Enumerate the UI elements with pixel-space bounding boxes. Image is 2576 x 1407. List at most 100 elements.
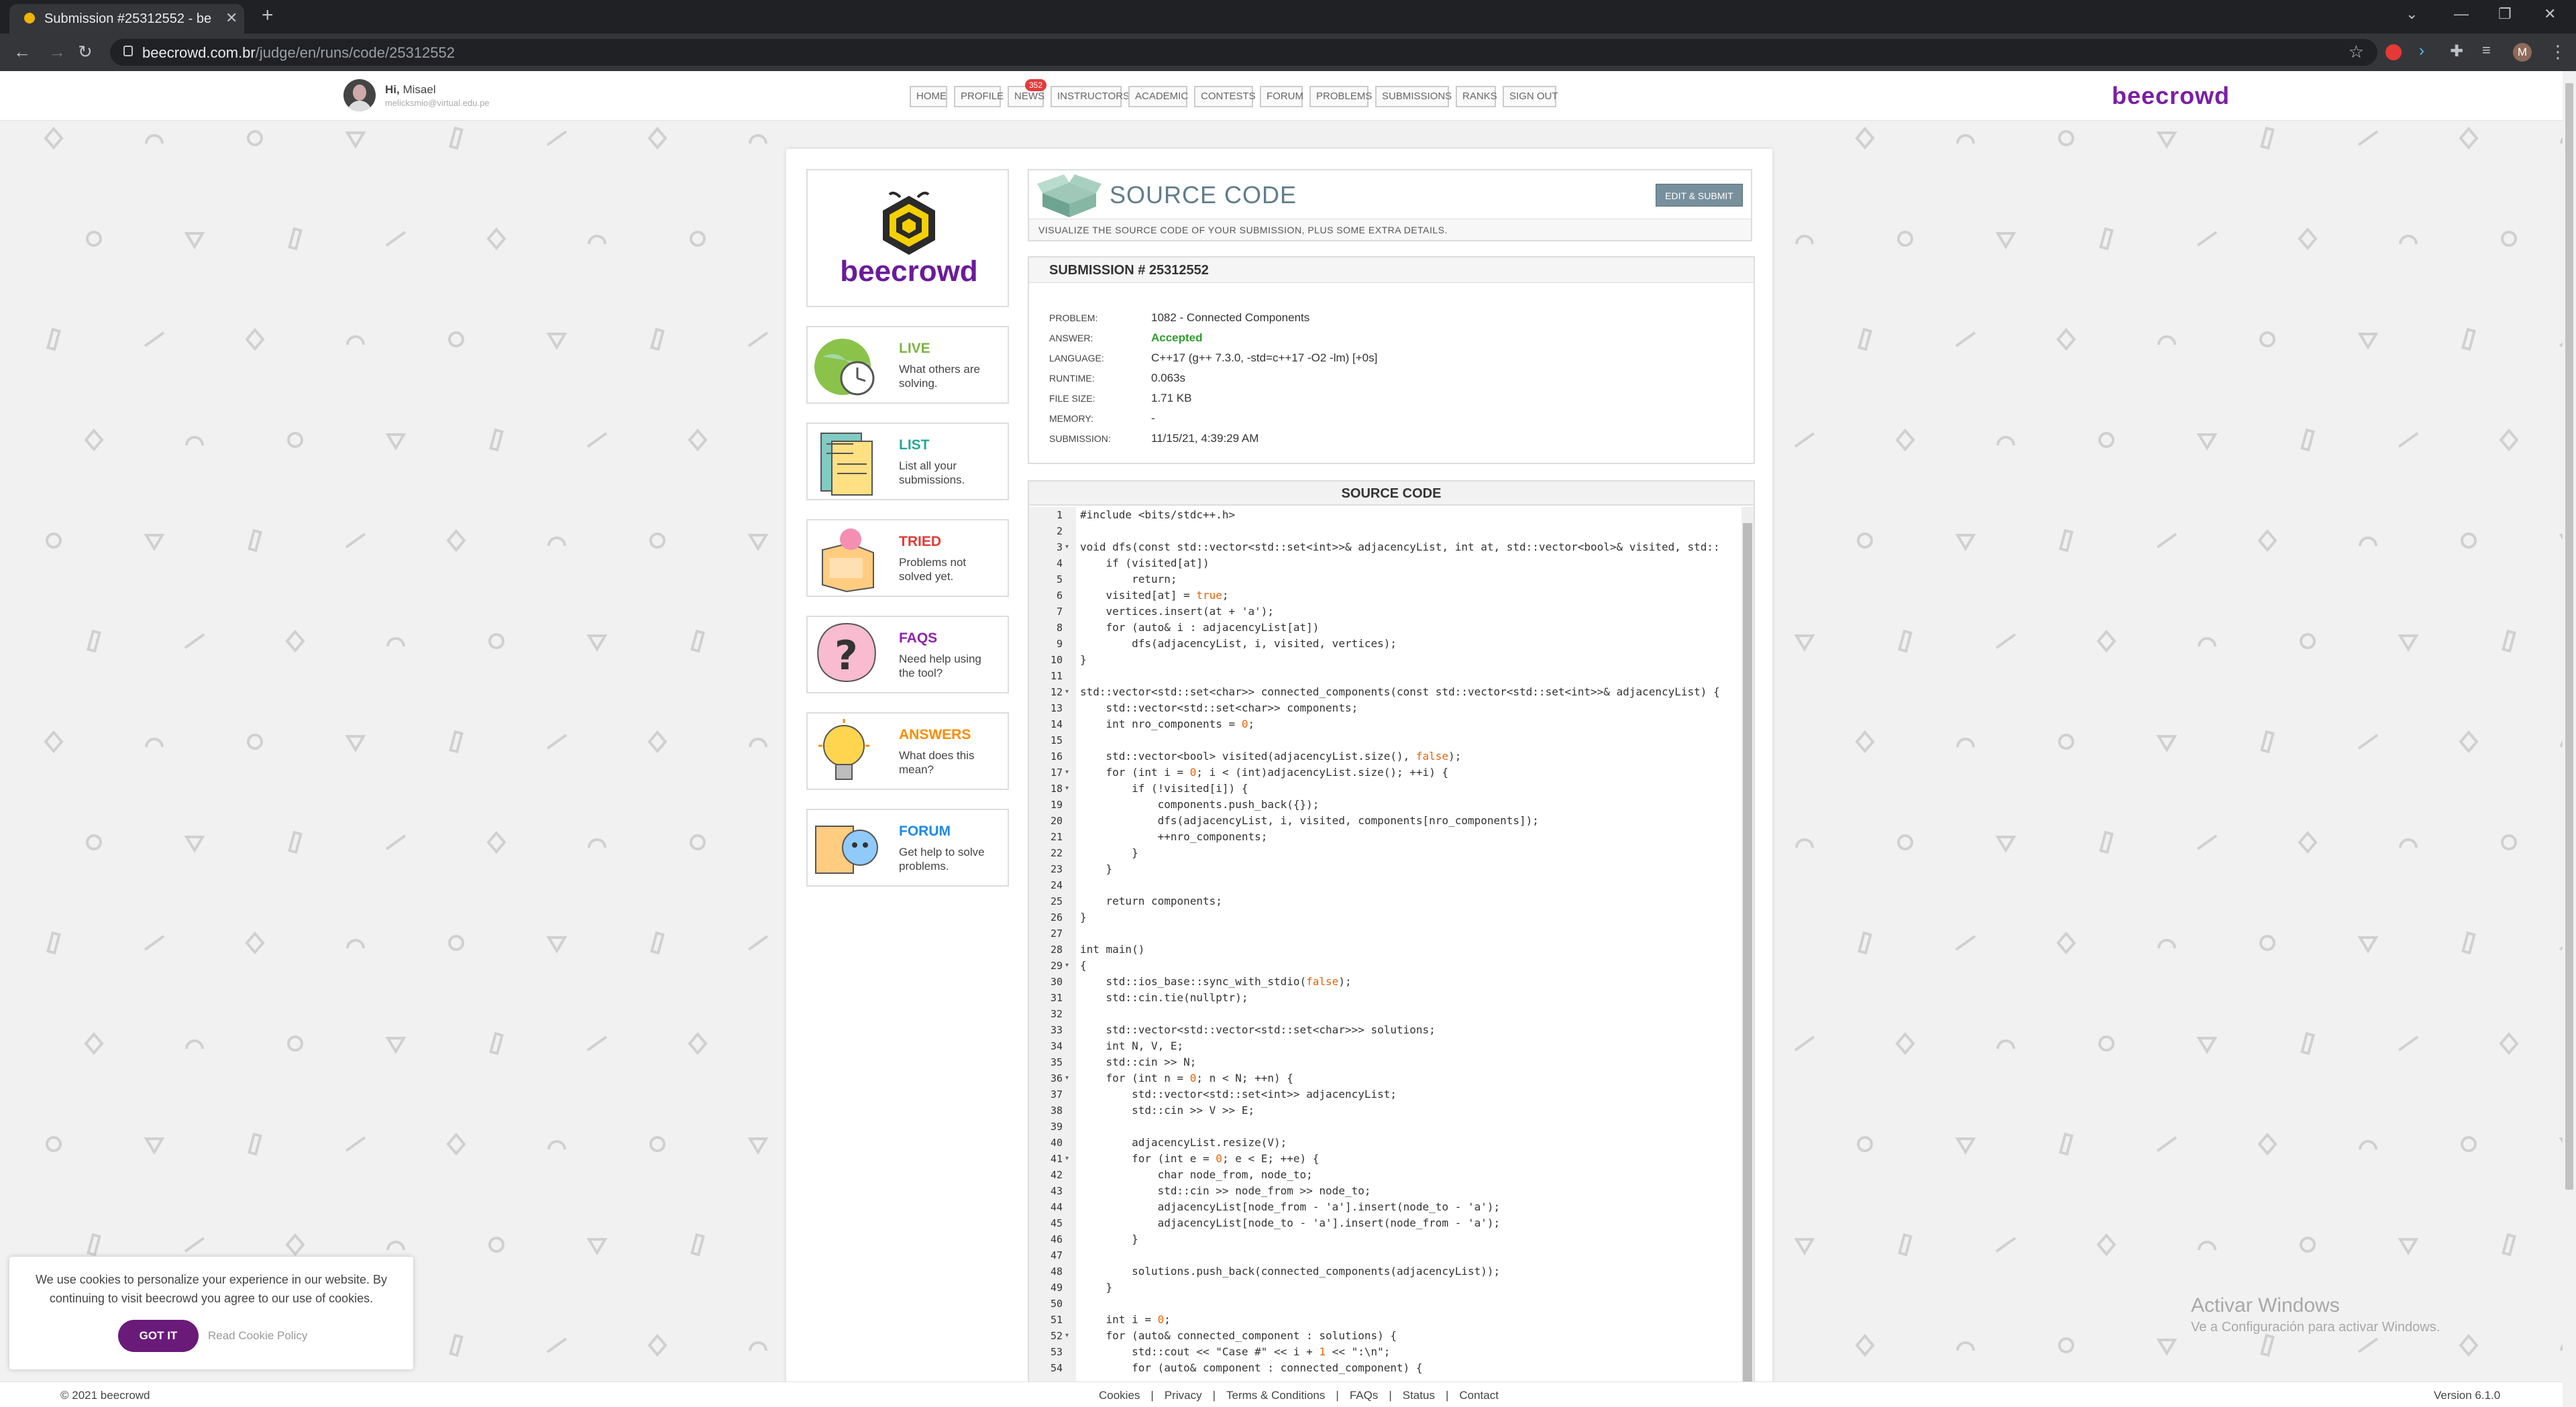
- line-number: 29: [1050, 960, 1063, 972]
- code-line: return;: [1080, 573, 1177, 585]
- window-close-icon[interactable]: ✕: [2544, 5, 2556, 23]
- line-number: 5: [1056, 573, 1063, 585]
- tab-search-icon[interactable]: ⌄: [2406, 5, 2418, 23]
- line-number: 35: [1050, 1056, 1063, 1068]
- fold-arrow-icon[interactable]: ▾: [1065, 765, 1069, 781]
- problem-value[interactable]: 1082 - Connected Components: [1151, 311, 1309, 325]
- line-number: 22: [1050, 847, 1063, 859]
- browser-tab[interactable]: Submission #25312552 - beecrowd ✕: [9, 4, 244, 34]
- footer-link-faqs[interactable]: FAQs: [1350, 1389, 1379, 1402]
- footer-link-privacy[interactable]: Privacy: [1165, 1389, 1202, 1402]
- sidebar-item-desc: What does this mean?: [899, 749, 975, 776]
- fold-arrow-icon[interactable]: ▾: [1065, 684, 1069, 700]
- got-it-button[interactable]: GOT IT: [118, 1320, 199, 1352]
- user-avatar[interactable]: [343, 79, 376, 111]
- code-line: std::cout << "Case #" << i + 1 << ":\n";: [1080, 1345, 1391, 1358]
- submission-label: SUBMISSION:: [1049, 433, 1111, 444]
- nav-ranks[interactable]: RANKS: [1456, 86, 1497, 107]
- brand-logo[interactable]: beecrowd: [2112, 82, 2230, 110]
- sidebar-item-forum[interactable]: FORUM Get help to solve problems.: [806, 809, 1009, 887]
- forward-icon[interactable]: →: [48, 42, 66, 62]
- footer-link-status[interactable]: Status: [1403, 1389, 1435, 1402]
- minimize-icon[interactable]: —: [2454, 5, 2469, 23]
- line-number: 38: [1050, 1105, 1063, 1117]
- sidebar-item-faqs[interactable]: ? FAQS Need help using the tool?: [806, 616, 1009, 693]
- sidebar-item-list[interactable]: LIST List all your submissions.: [806, 423, 1009, 500]
- restore-icon[interactable]: ❐: [2498, 5, 2512, 23]
- browser-tab-bar: Submission #25312552 - beecrowd ✕ + ⌄ — …: [0, 0, 2576, 34]
- fold-arrow-icon[interactable]: ▾: [1065, 1070, 1069, 1086]
- nav-problems[interactable]: PROBLEMS: [1309, 86, 1372, 107]
- memory-label: MEMORY:: [1049, 413, 1093, 424]
- extensions-puzzle-icon[interactable]: ✚: [2450, 42, 2463, 61]
- code-line: for (int e = 0; e < E; ++e) {: [1080, 1152, 1320, 1165]
- code-line: for (auto& i : adjacencyList[at]): [1080, 621, 1320, 634]
- footer-link-contact[interactable]: Contact: [1459, 1389, 1499, 1402]
- line-number: 41: [1050, 1153, 1063, 1165]
- code-scrollbar-thumb[interactable]: [1743, 523, 1752, 1407]
- cookie-message: We use cookies to personalize your exper…: [36, 1273, 387, 1305]
- cookie-banner: We use cookies to personalize your exper…: [9, 1257, 413, 1369]
- line-number: 37: [1050, 1088, 1063, 1101]
- line-number: 28: [1050, 944, 1063, 956]
- nav-forum[interactable]: FORUM: [1260, 86, 1303, 107]
- edit-submit-button[interactable]: EDIT & SUBMIT: [1656, 184, 1743, 207]
- page-scrollbar[interactable]: [2563, 71, 2576, 1407]
- extension-icon[interactable]: [2385, 44, 2402, 60]
- nav-submissions[interactable]: SUBMISSIONS: [1375, 86, 1452, 107]
- line-number: 12: [1050, 686, 1063, 698]
- tab-close-icon[interactable]: ✕: [225, 9, 237, 27]
- extension-arrow-icon[interactable]: ›: [2419, 42, 2424, 60]
- line-number: 48: [1050, 1265, 1063, 1278]
- footer-link-cookies[interactable]: Cookies: [1099, 1389, 1140, 1402]
- address-bar[interactable]: beecrowd.com.br/judge/en/runs/code/25312…: [110, 39, 2377, 66]
- page-scrollbar-thumb[interactable]: [2565, 83, 2573, 1190]
- line-number: 33: [1050, 1024, 1063, 1036]
- sidebar-item-tried[interactable]: TRIED Problems not solved yet.: [806, 519, 1009, 597]
- sidebar-item-desc: List all your submissions.: [899, 459, 965, 486]
- code-line: dfs(adjacencyList, i, visited, component…: [1080, 814, 1539, 827]
- line-number: 31: [1050, 992, 1063, 1004]
- line-number: 23: [1050, 863, 1063, 875]
- fold-arrow-icon[interactable]: ▾: [1065, 539, 1069, 555]
- cookie-policy-link[interactable]: Read Cookie Policy: [208, 1329, 307, 1343]
- code-line: {: [1080, 959, 1087, 972]
- sidebar-item-live[interactable]: LIVE What others are solving.: [806, 326, 1009, 404]
- nav-instructors[interactable]: INSTRUCTORS: [1051, 86, 1130, 107]
- line-number: 44: [1050, 1201, 1063, 1213]
- code-line: std::vector<std::vector<std::set<char>>>…: [1080, 1023, 1436, 1036]
- line-number: 52: [1050, 1330, 1063, 1342]
- answer-label: ANSWER:: [1049, 333, 1093, 343]
- footer-link-terms-conditions[interactable]: Terms & Conditions: [1226, 1389, 1325, 1402]
- reading-list-icon[interactable]: ≡: [2482, 42, 2491, 59]
- fold-arrow-icon[interactable]: ▾: [1065, 1151, 1069, 1167]
- new-tab-icon[interactable]: +: [262, 4, 274, 27]
- code-scrollbar[interactable]: [1741, 507, 1754, 1407]
- code-line: for (int n = 0; n < N; ++n) {: [1080, 1072, 1293, 1084]
- nav-sign-out[interactable]: SIGN OUT: [1503, 86, 1558, 107]
- line-number: 51: [1050, 1314, 1063, 1326]
- fold-arrow-icon[interactable]: ▾: [1065, 1328, 1069, 1344]
- back-icon[interactable]: ←: [13, 42, 31, 62]
- line-number: 21: [1050, 831, 1063, 843]
- lock-icon: [123, 46, 133, 56]
- line-number: 11: [1050, 670, 1063, 682]
- reload-icon[interactable]: ↻: [78, 42, 93, 62]
- fold-arrow-icon[interactable]: ▾: [1065, 958, 1069, 974]
- nav-academic[interactable]: ACADEMIC: [1128, 86, 1188, 107]
- profile-avatar[interactable]: M: [2513, 43, 2532, 62]
- bookmark-star-icon[interactable]: ☆: [2349, 42, 2364, 62]
- logo-panel[interactable]: beecrowd: [806, 169, 1009, 307]
- forum-illustration-icon: [815, 826, 878, 874]
- code-editor[interactable]: #include <bits/stdc++.h> void dfs(const s…: [1076, 507, 1740, 1407]
- nav-home[interactable]: HOME: [910, 86, 947, 107]
- line-number: 19: [1050, 799, 1063, 811]
- nav-contests[interactable]: CONTESTS: [1194, 86, 1256, 107]
- line-number: 18: [1050, 783, 1063, 795]
- nav-profile[interactable]: PROFILE: [954, 86, 1004, 107]
- sidebar-item-answers[interactable]: ANSWERS What does this mean?: [806, 712, 1009, 790]
- fold-arrow-icon[interactable]: ▾: [1065, 781, 1069, 797]
- sidebar-item-desc: Problems not solved yet.: [899, 556, 967, 583]
- code-line: for (auto& connected_component : solutio…: [1080, 1329, 1397, 1342]
- browser-menu-icon[interactable]: ⋮: [2549, 42, 2567, 62]
